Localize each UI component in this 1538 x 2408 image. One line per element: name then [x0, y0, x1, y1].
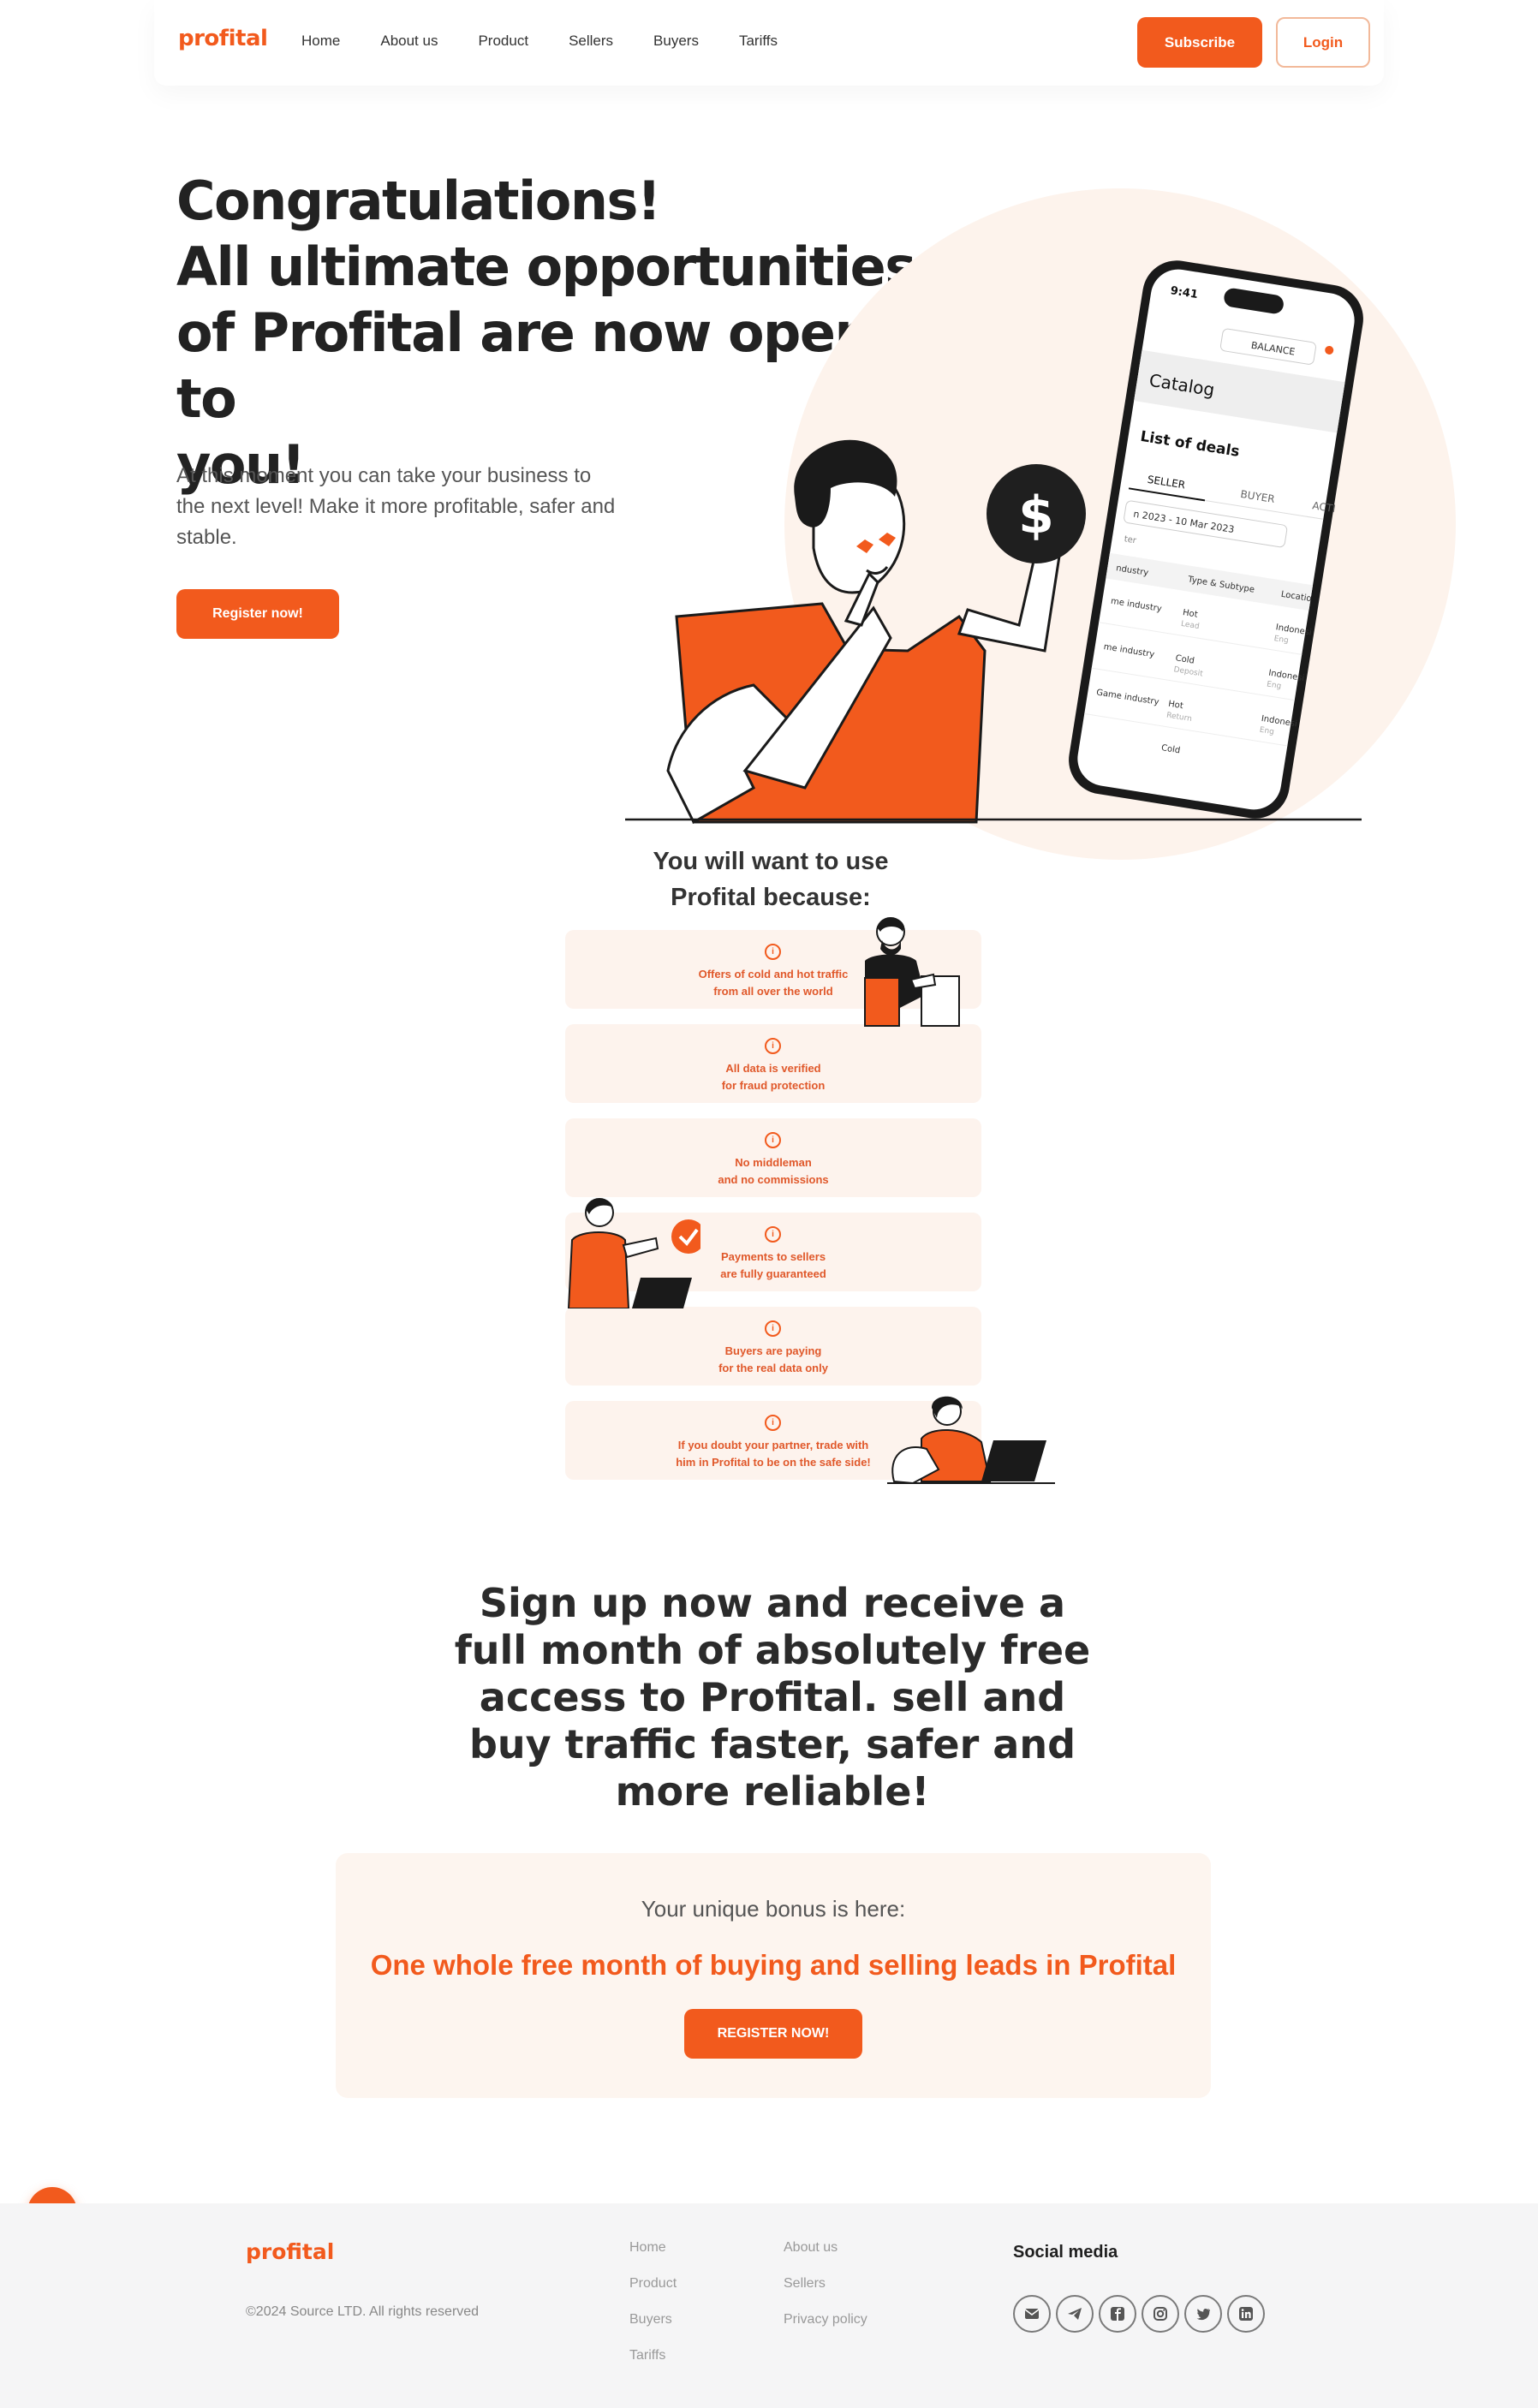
logo[interactable]: profital: [178, 26, 268, 51]
footer-link-tariffs[interactable]: Tariffs: [629, 2349, 677, 2363]
footer-links-col2: About us Sellers Privacy policy: [784, 2241, 867, 2327]
nav-link-buyers[interactable]: Buyers: [653, 33, 699, 50]
telegram-icon[interactable]: [1056, 2295, 1094, 2333]
footer-link-buyers[interactable]: Buyers: [629, 2313, 677, 2327]
info-icon: i: [765, 1415, 781, 1431]
register-now-button[interactable]: Register now!: [176, 589, 339, 639]
woman-laptop-illustration: [887, 1396, 1055, 1485]
login-button[interactable]: Login: [1276, 17, 1370, 68]
hero-illustration: $ 9:41 BALANCE Catalog List of deals SEL…: [625, 188, 1456, 860]
info-icon: i: [765, 1226, 781, 1243]
nav-links: Home About us Product Sellers Buyers Tar…: [301, 33, 818, 50]
feature-card: i Buyers are paying for the real data on…: [565, 1307, 981, 1386]
hero-title-line1: Congratulations!: [176, 170, 661, 232]
twitter-icon[interactable]: [1184, 2295, 1222, 2333]
info-icon: i: [765, 944, 781, 960]
feature-card: i No middleman and no commissions: [565, 1118, 981, 1197]
nav-link-sellers[interactable]: Sellers: [569, 33, 613, 50]
why-title-line1: You will want to use: [653, 848, 889, 875]
feature-text: Buyers are paying for the real data only: [718, 1344, 828, 1374]
footer-link-privacy[interactable]: Privacy policy: [784, 2313, 867, 2327]
feature-card: i All data is verified for fraud protect…: [565, 1024, 981, 1103]
info-icon: i: [765, 1320, 781, 1337]
social-links: [1013, 2295, 1265, 2333]
bonus-box: Your unique bonus is here: One whole fre…: [336, 1853, 1211, 2098]
feature-text: All data is verified for fraud protectio…: [721, 1062, 826, 1092]
nav-link-home[interactable]: Home: [301, 33, 340, 50]
phone-filter-label: ter: [1124, 534, 1138, 545]
bearded-man-puzzle-illustration: [864, 917, 960, 1027]
feature-text: No middleman and no commissions: [718, 1156, 829, 1186]
footer-copyright: ©2024 Source LTD. All rights reserved: [246, 2304, 480, 2319]
cta-title: Sign up now and receive a full month of …: [454, 1580, 1091, 1815]
footer-link-product[interactable]: Product: [629, 2277, 677, 2291]
hero-subtitle: At this moment you can take your busines…: [176, 464, 616, 549]
svg-text:$: $: [1018, 486, 1054, 545]
bonus-lead: Your unique bonus is here:: [641, 1896, 906, 1922]
nav-link-product[interactable]: Product: [478, 33, 528, 50]
footer: profital ©2024 Source LTD. All rights re…: [0, 2203, 1538, 2408]
nav-link-about[interactable]: About us: [380, 33, 438, 50]
info-icon: i: [765, 1132, 781, 1148]
footer-links-col1: Home Product Buyers Tariffs: [629, 2241, 677, 2363]
email-icon[interactable]: [1013, 2295, 1051, 2333]
linkedin-icon[interactable]: [1227, 2295, 1265, 2333]
nav-link-tariffs[interactable]: Tariffs: [739, 33, 778, 50]
footer-link-home[interactable]: Home: [629, 2241, 677, 2255]
bonus-offer: One whole free month of buying and selli…: [370, 1949, 1177, 1981]
subscribe-button[interactable]: Subscribe: [1137, 17, 1262, 68]
footer-link-sellers[interactable]: Sellers: [784, 2277, 867, 2291]
footer-logo[interactable]: profital: [246, 2239, 334, 2264]
man-laptop-check-illustration: [567, 1198, 700, 1308]
instagram-icon[interactable]: [1142, 2295, 1179, 2333]
why-title: You will want to use Profital because:: [565, 843, 976, 915]
dollar-coin-icon: $: [987, 464, 1086, 563]
bonus-register-button[interactable]: REGISTER NOW!: [684, 2009, 862, 2059]
facebook-icon[interactable]: [1099, 2295, 1136, 2333]
top-navbar: profital Home About us Product Sellers B…: [154, 0, 1384, 86]
why-title-line2: Profital because:: [671, 884, 871, 911]
info-icon: i: [765, 1038, 781, 1054]
social-media-title: Social media: [1013, 2243, 1118, 2262]
footer-link-about[interactable]: About us: [784, 2241, 867, 2255]
